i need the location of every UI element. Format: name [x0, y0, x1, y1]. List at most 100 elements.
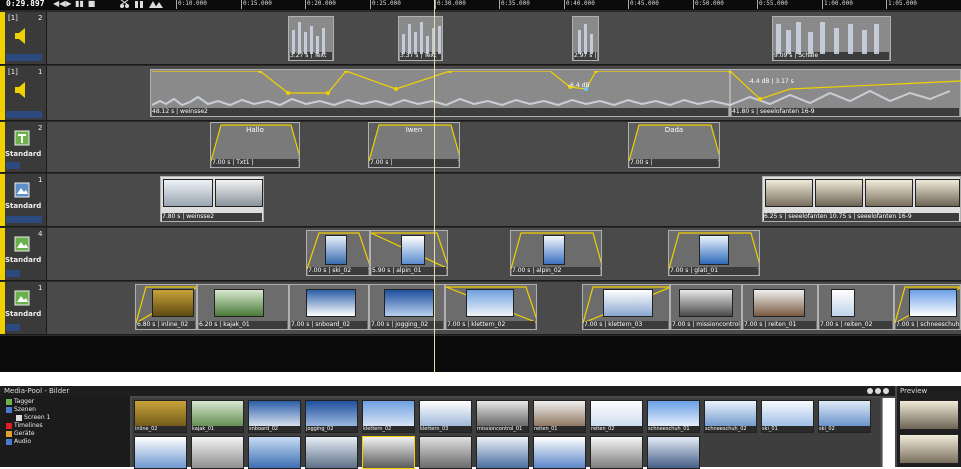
track-header[interactable]: 4 Standard: [0, 228, 47, 280]
media-item[interactable]: jogging_02: [305, 400, 358, 433]
track-index: [1]: [8, 14, 18, 22]
media-item[interactable]: [476, 436, 529, 469]
media-item[interactable]: [647, 436, 700, 469]
track-header[interactable]: 1 Standard: [0, 174, 47, 226]
timeline-ruler[interactable]: 0:29.897 ◀◀ ▶ ▮▮ ■ 0:10.000 0:15.000 0:2…: [0, 0, 961, 10]
video-track[interactable]: 1 Standard 7.80 s | weinsse2 6.25 s | se…: [0, 174, 961, 227]
image-clip[interactable]: 7.00 s | reiten_01: [742, 284, 818, 330]
play-button[interactable]: ▶: [64, 0, 73, 8]
clip-label: 7.00 s | reiten_01: [744, 321, 816, 329]
track-buttons[interactable]: [6, 111, 42, 118]
clip-label: 7.00 s |: [370, 159, 458, 167]
media-item[interactable]: snboard_02: [248, 400, 301, 433]
image-clip[interactable]: 7.00 s | alpin_02: [510, 230, 602, 276]
split-icon[interactable]: [135, 1, 143, 8]
audio-track-1[interactable]: [1] 1 48.12 s | weinsse2 41.80 s | seeel…: [0, 66, 961, 121]
image-clip[interactable]: 5.90 s | alpin_01: [370, 230, 448, 276]
media-item[interactable]: [590, 436, 643, 469]
video-clip[interactable]: 6.25 s | seeelofanten 10.75 s | seeelofa…: [762, 176, 961, 222]
media-item[interactable]: [419, 436, 472, 469]
media-item-caption: ski_02: [819, 426, 870, 432]
title-clip[interactable]: Dada 7.00 s |: [628, 122, 720, 168]
minimize-icon[interactable]: [867, 388, 873, 394]
clip-label: 7.00 s | ski_02: [308, 267, 368, 275]
image-clip[interactable]: 7.00 s | reiten_02: [818, 284, 894, 330]
clip-thumbnail: [915, 179, 960, 207]
media-item[interactable]: [134, 436, 187, 469]
media-item[interactable]: klettern_02: [362, 400, 415, 433]
video-clip[interactable]: 7.80 s | weinsse2: [160, 176, 264, 222]
tree-item-szenen[interactable]: Szenen: [6, 406, 36, 414]
image-clip[interactable]: 6.20 s | kajak_01: [197, 284, 289, 330]
media-item-caption: snboard_02: [249, 426, 300, 432]
group-icon[interactable]: [149, 1, 163, 8]
folder-icon: [6, 398, 12, 405]
media-pool-scrollbar[interactable]: [882, 398, 895, 467]
image-clip[interactable]: 7.00 s | snboard_02: [289, 284, 369, 330]
media-item[interactable]: [248, 436, 301, 469]
tree-item-audio[interactable]: Audio: [6, 438, 31, 446]
volume-envelope[interactable]: [150, 71, 961, 111]
clip-thumbnail: [699, 235, 729, 265]
clip-label: 7.00 s | reiten_02: [820, 321, 892, 329]
track-number: 4: [38, 230, 43, 238]
close-icon[interactable]: [883, 388, 889, 394]
image-clip[interactable]: 7.00 s | missioncontrol_01: [670, 284, 742, 330]
media-item[interactable]: ski_02: [818, 400, 871, 433]
maximize-icon[interactable]: [875, 388, 881, 394]
title-track[interactable]: 2 Standard Hallo 7.00 s | Txt1 | Iwen 7.…: [0, 122, 961, 173]
media-pool-panel: Media-Pool - Bilder Tagger Szenen Screen…: [0, 386, 961, 469]
media-item[interactable]: klettern_03: [419, 400, 472, 433]
image-track-1[interactable]: 1 Standard 6.80 s | inline_02 6.20 s | k…: [0, 282, 961, 335]
rewind-button[interactable]: ◀◀: [53, 0, 65, 8]
image-clip[interactable]: 7.00 s | glati_01: [668, 230, 760, 276]
image-clip[interactable]: 7.00 s | schneeschuh_: [894, 284, 961, 330]
tree-item-timelines[interactable]: Timelines: [6, 422, 43, 430]
title-text: Iwen: [405, 126, 423, 134]
track-buttons[interactable]: [6, 324, 20, 331]
tree-item-geraete[interactable]: Geräte: [6, 430, 35, 438]
gain-label: -4.4 dB | 3.17 s: [748, 78, 794, 85]
track-color-stripe: [0, 122, 5, 172]
title-clip[interactable]: Iwen 7.00 s |: [368, 122, 460, 168]
track-header[interactable]: 1 Standard: [0, 282, 47, 334]
image-clip[interactable]: 7.00 s | klettern_03: [582, 284, 670, 330]
image-clip[interactable]: 6.80 s | inline_02: [135, 284, 197, 330]
track-header[interactable]: [1] 2: [0, 12, 47, 64]
track-header[interactable]: [1] 1: [0, 66, 47, 120]
track-buttons[interactable]: [6, 54, 42, 61]
track-header[interactable]: 2 Standard: [0, 122, 47, 172]
media-item[interactable]: inline_02: [134, 400, 187, 433]
timeline-icon: [6, 422, 12, 429]
track-buttons[interactable]: [6, 162, 20, 169]
media-item[interactable]: missioncontrol_01: [476, 400, 529, 433]
track-buttons[interactable]: [6, 270, 20, 277]
tree-item-tagger[interactable]: Tagger: [6, 398, 34, 406]
media-item[interactable]: [305, 436, 358, 469]
media-item[interactable]: kajak_01: [191, 400, 244, 433]
track-buttons[interactable]: [6, 216, 42, 223]
title-clip[interactable]: Hallo 7.00 s | Txt1 |: [210, 122, 300, 168]
clip-thumbnail: [765, 179, 813, 207]
media-item-caption: kajak_01: [192, 426, 243, 432]
pause-button[interactable]: ▮▮: [75, 0, 84, 8]
playhead[interactable]: [434, 0, 435, 372]
image-clip[interactable]: 7.00 s | ski_02: [306, 230, 370, 276]
track-preset-label: Standard: [5, 202, 42, 210]
image-track-4[interactable]: 4 Standard 7.00 s | ski_02 5.90 s | alpi…: [0, 228, 961, 281]
media-item[interactable]: [191, 436, 244, 469]
media-item[interactable]: schneeschuh_01: [647, 400, 700, 433]
audio-folder-icon: [6, 438, 12, 445]
scissors-icon[interactable]: [120, 0, 129, 8]
media-item[interactable]: reiten_01: [533, 400, 586, 433]
image-clip[interactable]: 7.00 s | klettern_02: [445, 284, 537, 330]
media-item[interactable]: reiten_02: [590, 400, 643, 433]
clip-label: 7.00 s | snboard_02: [291, 321, 367, 329]
media-item-selected[interactable]: [362, 436, 415, 469]
stop-button[interactable]: ■: [87, 0, 96, 8]
audio-track-2[interactable]: [1] 2 3.27 s | Text 3.37 s | Text 2.97 s…: [0, 12, 961, 65]
tree-item-screen-1[interactable]: Screen 1: [16, 414, 50, 422]
media-item[interactable]: ski_01: [761, 400, 814, 433]
media-item[interactable]: schneeschuh_02: [704, 400, 757, 433]
media-item[interactable]: [533, 436, 586, 469]
